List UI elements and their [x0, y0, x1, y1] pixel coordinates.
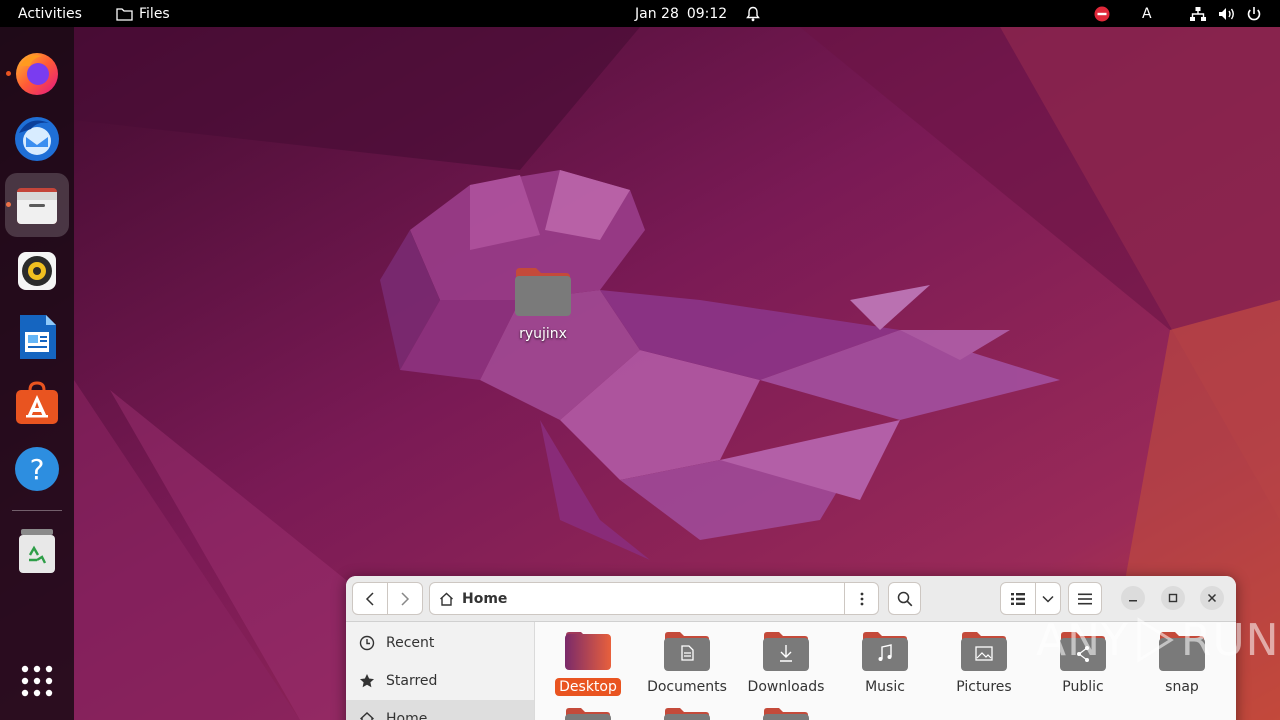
file-item-desktop[interactable]: Desktop [540, 630, 636, 696]
play-logo-icon [1137, 617, 1174, 663]
desktop-folder-icon [565, 632, 611, 670]
maximize-button[interactable] [1161, 586, 1185, 610]
documents-folder-icon [664, 632, 710, 671]
file-item-label: Documents [647, 679, 727, 695]
writer-icon [20, 315, 56, 359]
svg-text:?: ? [30, 453, 45, 486]
folder-icon [664, 708, 710, 720]
search-button[interactable] [888, 582, 921, 615]
watermark-text-right: RUN [1180, 614, 1280, 666]
clock-time: 09:12 [686, 5, 728, 22]
home-icon [360, 712, 374, 720]
dock-item-firefox[interactable] [5, 41, 69, 105]
files-icon [17, 188, 57, 224]
activities-button[interactable]: Activities [18, 0, 82, 27]
path-bar[interactable]: Home [429, 582, 845, 615]
error-indicator-icon[interactable] [1094, 0, 1110, 27]
star-icon [360, 674, 374, 688]
path-label: Home [462, 590, 508, 607]
dock-item-trash[interactable] [5, 519, 69, 583]
clock-button[interactable]: Jan 28 09:12 [635, 0, 761, 27]
close-button[interactable] [1200, 586, 1224, 610]
hamburger-menu-icon [1078, 593, 1092, 604]
software-icon [16, 381, 58, 424]
maximize-icon [1168, 593, 1178, 603]
dock-item-files[interactable] [5, 173, 69, 237]
minimize-icon [1129, 600, 1137, 602]
thunderbird-icon [15, 117, 59, 161]
file-item-documents[interactable]: Documents [639, 630, 735, 696]
file-item-label: Music [865, 679, 905, 695]
sidebar-item-label: Starred [386, 673, 438, 689]
network-icon[interactable] [1189, 0, 1207, 27]
dock-separator [12, 510, 62, 511]
file-item-music[interactable]: Music [837, 630, 933, 696]
app-menu-label: Files [139, 5, 170, 22]
chevron-left-icon [365, 591, 374, 606]
keyboard-layout-indicator[interactable]: A [1142, 0, 1152, 27]
clock-icon [359, 635, 375, 651]
watermark-text-left: ANY [1036, 614, 1129, 666]
sidebar-item-label: Recent [386, 635, 435, 651]
dock-item-software[interactable] [5, 371, 69, 435]
downloads-folder-icon [763, 632, 809, 671]
sidebar-item-label: Home [386, 711, 428, 720]
desktop-folder-label: ryujinx [519, 326, 567, 342]
file-item-downloads[interactable]: Downloads [738, 630, 834, 696]
forward-button[interactable] [387, 582, 423, 615]
places-sidebar: Recent Starred Home [346, 622, 535, 720]
folder-icon [763, 708, 809, 720]
app-menu-button[interactable]: Files [116, 0, 170, 27]
sidebar-item-starred[interactable]: Starred [346, 662, 534, 700]
desktop-folder-ryujinx[interactable]: ryujinx [500, 266, 586, 356]
dock-item-show-applications[interactable] [5, 649, 69, 713]
search-icon [897, 591, 912, 606]
trash-icon [19, 529, 55, 573]
power-icon[interactable] [1246, 0, 1262, 27]
sidebar-item-home[interactable]: Home [346, 700, 534, 720]
folder-icon [515, 268, 571, 316]
file-item-label: Public [1062, 679, 1104, 695]
clock-date: Jan 28 [635, 5, 679, 22]
notification-bell-icon [746, 6, 761, 21]
dock-item-help[interactable]: ? [5, 437, 69, 501]
file-item-label: Downloads [747, 679, 825, 695]
path-menu-button[interactable] [844, 582, 879, 615]
help-icon: ? [15, 447, 59, 491]
file-item-label: Desktop [555, 678, 621, 696]
list-view-button[interactable] [1000, 582, 1036, 615]
back-button[interactable] [352, 582, 388, 615]
vertical-dots-icon [860, 592, 863, 605]
dock-item-thunderbird[interactable] [5, 107, 69, 171]
chevron-down-icon [1042, 595, 1054, 603]
top-bar: Activities Files Jan 28 09:12 A [0, 0, 1280, 27]
rhythmbox-icon [18, 252, 56, 290]
dock: ? [0, 27, 74, 720]
folder-outline-icon [116, 7, 133, 21]
file-item-pictures[interactable]: Pictures [936, 630, 1032, 696]
chevron-right-icon [401, 591, 410, 606]
sidebar-item-recent[interactable]: Recent [346, 624, 534, 662]
minimize-button[interactable] [1121, 586, 1145, 610]
dock-item-writer[interactable] [5, 305, 69, 369]
app-grid-icon [21, 665, 53, 697]
home-icon [440, 592, 453, 606]
anyrun-watermark: ANY RUN [1036, 610, 1280, 670]
music-folder-icon [862, 632, 908, 671]
firefox-icon [16, 53, 58, 95]
file-item-label: Pictures [956, 679, 1012, 695]
folder-icon [565, 708, 611, 720]
list-view-icon [1011, 592, 1025, 605]
pictures-folder-icon [961, 632, 1007, 671]
volume-icon[interactable] [1218, 0, 1236, 27]
dock-item-rhythmbox[interactable] [5, 239, 69, 303]
close-icon [1207, 593, 1217, 603]
file-item-label: snap [1165, 679, 1199, 695]
